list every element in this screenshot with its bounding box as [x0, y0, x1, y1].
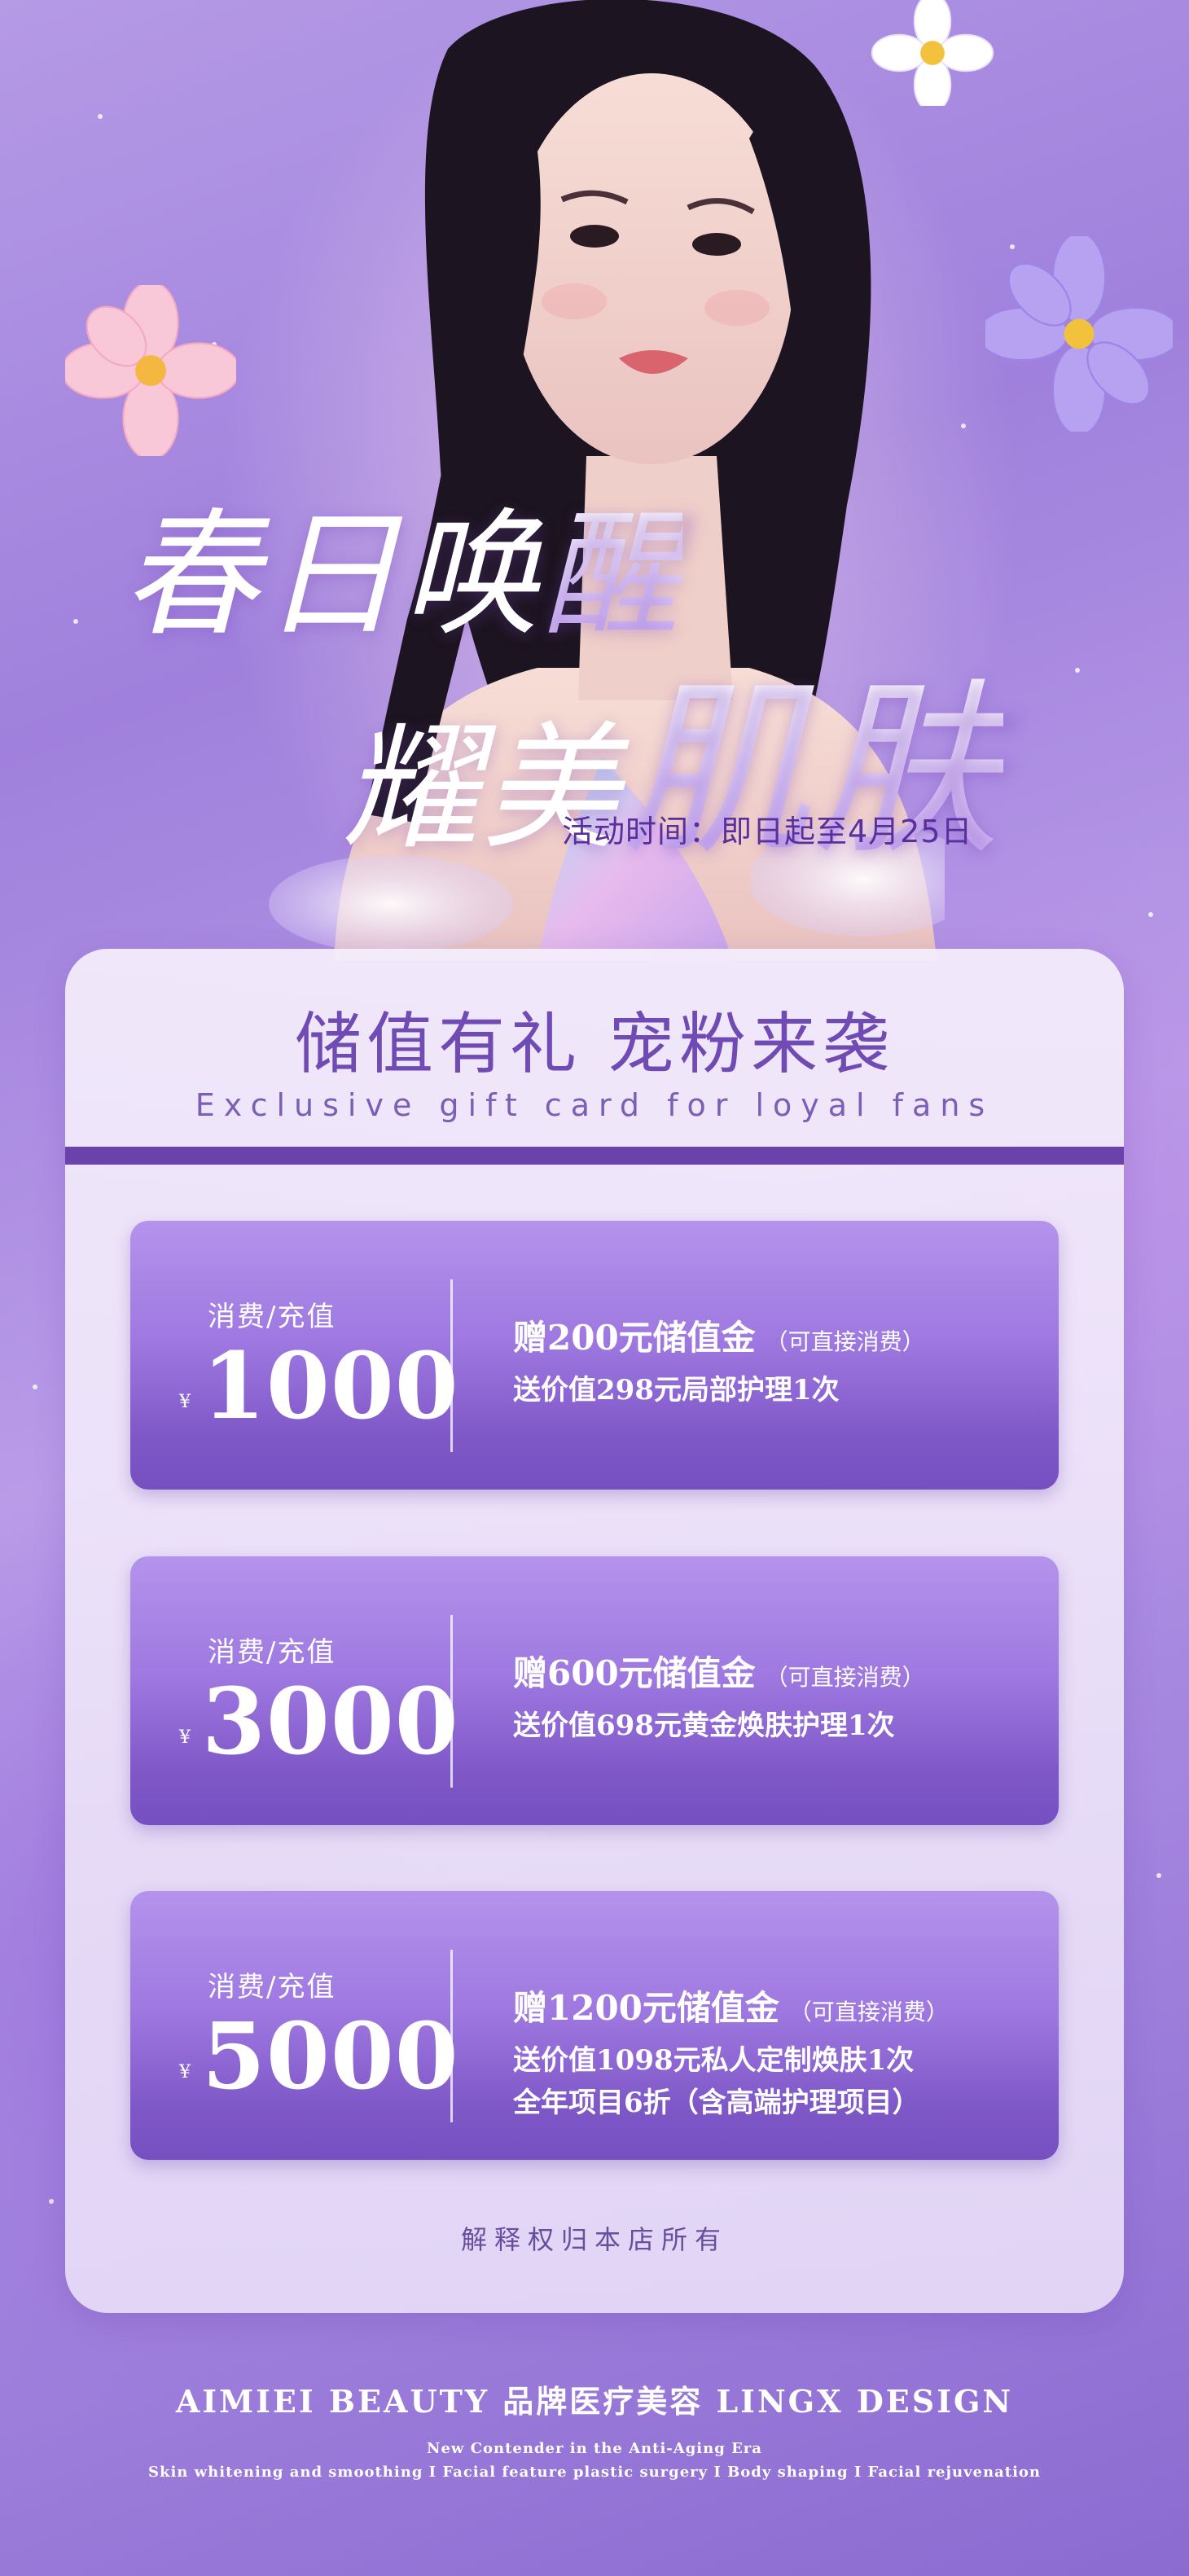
gift-text: 赠1200元储值金 [513, 1988, 779, 2028]
gift-text: 赠200元储值金 [513, 1318, 756, 1358]
sparkle [961, 423, 966, 428]
poster: 春日唤醒 耀美肌肤 活动时间：即日起至4月25日 储值有礼 宠粉来袭 Exclu… [0, 0, 1189, 2576]
tier-desc-line: 全年项目6折（含高端护理项目） [513, 2087, 920, 2119]
tier-3000: 消费/充值 ¥ 3000 赠600元储值金 （可直接消费） 送价值698元黄金焕肤… [130, 1556, 1059, 1825]
tier-label: 消费/充值 [208, 1971, 336, 2003]
tier-divider [450, 1615, 453, 1788]
pink-flower-icon [65, 285, 236, 456]
tier-gift: 赠600元储值金 （可直接消费） [513, 1646, 925, 1696]
tier-amount: 1000 [202, 1333, 459, 1440]
card-title: 储值有礼 宠粉来袭 [294, 1006, 895, 1083]
footer-services: Skin whitening and smoothing I Facial fe… [147, 2464, 1042, 2481]
tier-desc: 送价值698元黄金焕肤护理1次 [513, 1705, 895, 1747]
tier-1000: 消费/充值 ¥ 1000 赠200元储值金 （可直接消费） 送价值298元局部护理… [130, 1221, 1059, 1490]
sparkle [49, 2199, 54, 2204]
sparkle [1148, 912, 1153, 917]
tier-label: 消费/充值 [208, 1636, 336, 1669]
tier-desc: 送价值1098元私人定制焕肤1次 全年项目6折（含高端护理项目） [513, 2039, 920, 2124]
tier-desc: 送价值298元局部护理1次 [513, 1369, 840, 1411]
sparkle [33, 1385, 37, 1389]
tier-amount: 5000 [202, 2003, 459, 2110]
gift-note: （可直接消费） [765, 1664, 925, 1691]
sparkle [1156, 1873, 1161, 1878]
tier-desc-line: 送价值1098元私人定制焕肤1次 [513, 2044, 915, 2077]
tier-divider [450, 1279, 453, 1452]
gift-note: （可直接消费） [788, 1999, 949, 2025]
white-daisy-icon [871, 0, 994, 106]
event-time: 活动时间：即日起至4月25日 [562, 814, 973, 849]
sparkle [1075, 668, 1080, 673]
currency-symbol: ¥ [179, 1727, 191, 1748]
purple-flower-icon [985, 236, 1173, 432]
tier-5000: 消费/充值 ¥ 5000 赠1200元储值金 （可直接消费） 送价值1098元私人… [130, 1891, 1059, 2160]
sparkle [98, 114, 103, 119]
tier-divider [450, 1950, 453, 2122]
gift-card-panel: 储值有礼 宠粉来袭 Exclusive gift card for loyal … [65, 949, 1124, 2313]
footer-tagline: New Contender in the Anti-Aging Era [427, 2440, 762, 2457]
footer-brand: AIMIEI BEAUTY 品牌医疗美容 LINGX DESIGN [175, 2383, 1014, 2420]
disclaimer: 解释权归本店所有 [460, 2224, 728, 2255]
sparkle [73, 619, 78, 624]
tier-label: 消费/充值 [208, 1301, 336, 1333]
tier-desc-line: 送价值698元黄金焕肤护理1次 [513, 1709, 895, 1742]
currency-symbol: ¥ [179, 1392, 191, 1412]
gift-text: 赠600元储值金 [513, 1653, 756, 1693]
currency-symbol: ¥ [179, 2062, 191, 2082]
tier-amount: 3000 [202, 1669, 459, 1775]
tier-gift: 赠1200元储值金 （可直接消费） [513, 1981, 949, 2030]
tier-gift: 赠200元储值金 （可直接消费） [513, 1310, 925, 1360]
card-divider [65, 1147, 1124, 1165]
tier-desc-line: 送价值298元局部护理1次 [513, 1374, 840, 1406]
gift-note: （可直接消费） [765, 1328, 925, 1355]
card-subtitle: Exclusive gift card for loyal fans [195, 1087, 994, 1123]
